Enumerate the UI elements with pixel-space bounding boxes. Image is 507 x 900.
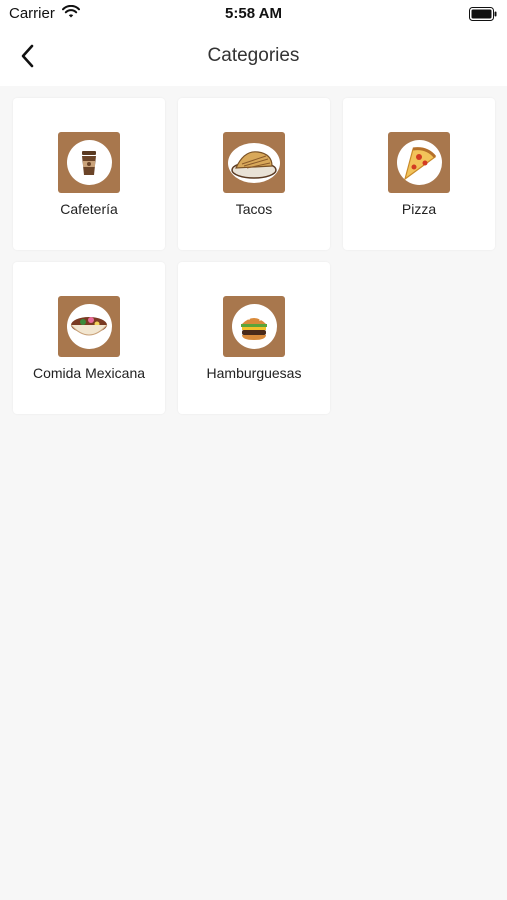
coffee-cup-icon	[58, 132, 120, 193]
taco-icon	[223, 132, 285, 193]
category-label: Comida Mexicana	[32, 365, 146, 381]
page-title: Categories	[207, 45, 300, 66]
category-label: Cafetería	[60, 201, 118, 217]
category-card-tacos[interactable]: Tacos	[178, 98, 330, 250]
battery-icon	[469, 7, 497, 26]
nav-bar: Categories	[0, 30, 507, 86]
category-card-pizza[interactable]: Pizza	[343, 98, 495, 250]
hamburger-icon	[223, 296, 285, 357]
category-card-hamburguesas[interactable]: Hamburguesas	[178, 262, 330, 414]
mexican-bowl-icon	[58, 296, 120, 357]
category-card-comida-mexicana[interactable]: Comida Mexicana	[13, 262, 165, 414]
category-label: Pizza	[401, 201, 437, 217]
category-label: Hamburguesas	[206, 365, 302, 381]
category-label: Tacos	[235, 201, 273, 217]
status-time: 5:58 AM	[225, 5, 282, 22]
status-bar: Carrier 5:58 AM	[0, 0, 507, 30]
category-card-cafeteria[interactable]: Cafetería	[13, 98, 165, 250]
category-grid: Cafetería Tacos Pizza Comida Mexicana Ha…	[13, 98, 495, 414]
pizza-slice-icon	[388, 132, 450, 193]
